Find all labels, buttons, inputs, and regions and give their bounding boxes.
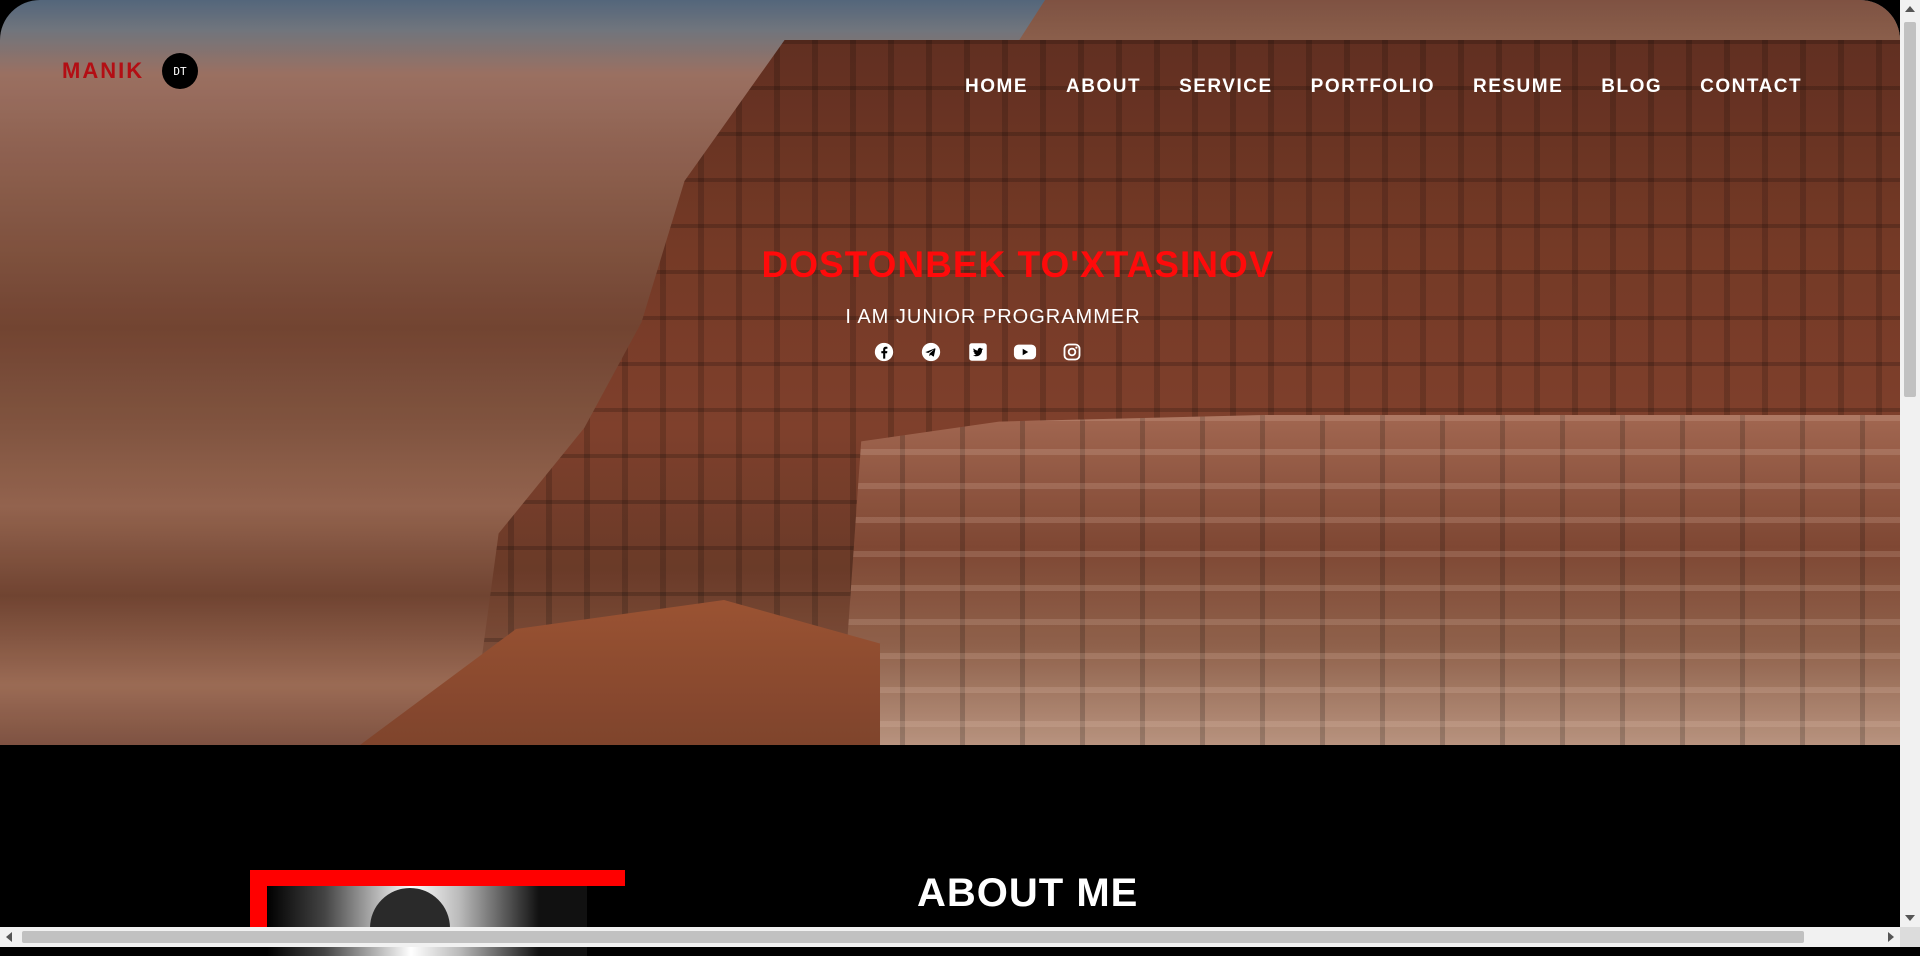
nav-portfolio[interactable]: PORTFOLIO <box>1311 76 1435 98</box>
horizontal-scroll-thumb[interactable] <box>22 931 1804 943</box>
social-links <box>872 340 1084 364</box>
twitter-icon[interactable] <box>966 340 990 364</box>
facebook-icon[interactable] <box>872 340 896 364</box>
scroll-up-icon[interactable] <box>1905 6 1915 12</box>
nav-resume[interactable]: RESUME <box>1473 76 1563 98</box>
hero-title: DOSTONBEK TO'XTASINOV <box>761 244 1275 285</box>
youtube-icon[interactable] <box>1013 340 1037 364</box>
horizontal-scrollbar[interactable] <box>0 927 1900 947</box>
vertical-scroll-thumb[interactable] <box>1904 22 1916 397</box>
nav-blog[interactable]: BLOG <box>1601 76 1662 98</box>
brand-badge[interactable]: DT <box>162 53 198 89</box>
scroll-down-icon[interactable] <box>1905 915 1915 921</box>
about-title: ABOUT ME <box>917 871 1139 915</box>
nav-contact[interactable]: CONTACT <box>1700 76 1802 98</box>
scrollbar-corner <box>1900 927 1920 947</box>
main-nav: HOME ABOUT SERVICE PORTFOLIO RESUME BLOG… <box>965 76 1840 98</box>
nav-service[interactable]: SERVICE <box>1179 76 1273 98</box>
scroll-left-icon[interactable] <box>6 932 12 942</box>
nav-about[interactable]: ABOUT <box>1066 76 1141 98</box>
brand-logo[interactable]: MANIK <box>62 58 144 84</box>
telegram-icon[interactable] <box>919 340 943 364</box>
vertical-scrollbar[interactable] <box>1900 0 1920 927</box>
instagram-icon[interactable] <box>1060 340 1084 364</box>
scroll-right-icon[interactable] <box>1888 932 1894 942</box>
hero-subtitle: I AM JUNIOR PROGRAMMER <box>845 306 1141 328</box>
nav-home[interactable]: HOME <box>965 76 1028 98</box>
hero-section: MANIK DT HOME ABOUT SERVICE PORTFOLIO RE… <box>0 0 1900 745</box>
